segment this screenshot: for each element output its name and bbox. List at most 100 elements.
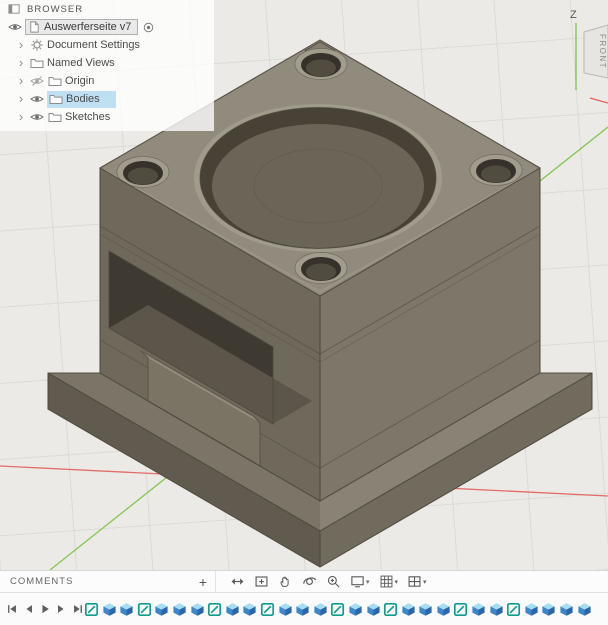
step-back-icon xyxy=(26,605,32,613)
active-document-radio-icon[interactable] xyxy=(141,20,156,35)
timeline-feature-29-extrude[interactable] xyxy=(577,602,592,617)
browser-item-sketches[interactable]: › Sketches xyxy=(0,108,214,126)
hand-button[interactable] xyxy=(278,574,293,589)
eye-off-icon xyxy=(30,76,43,86)
timeline-feature-23-extrude[interactable] xyxy=(471,602,486,617)
bottom-bar: COMMENTS + ▾ ▾ ▾ xyxy=(0,570,608,592)
extrude-icon xyxy=(578,602,591,616)
expand-chevron-icon[interactable]: › xyxy=(16,74,26,87)
timeline-feature-2-extrude[interactable] xyxy=(102,602,117,617)
viewports-icon xyxy=(408,576,421,587)
timeline-feature-1-sketch[interactable] xyxy=(84,602,99,617)
timeline-feature-19-extrude[interactable] xyxy=(401,602,416,617)
timeline-feature-13-extrude[interactable] xyxy=(295,602,310,617)
step-forward-button[interactable] xyxy=(55,603,67,616)
timeline-feature-20-extrude[interactable] xyxy=(418,602,433,617)
extrude-icon xyxy=(102,602,116,616)
timeline-controls xyxy=(0,603,84,616)
fit-icon xyxy=(255,576,268,587)
timeline-feature-26-extrude[interactable] xyxy=(524,602,539,617)
timeline-feature-22-sketch[interactable] xyxy=(453,602,468,617)
fit-button[interactable] xyxy=(254,574,269,589)
display-settings-button[interactable]: ▾ xyxy=(350,574,370,589)
viewcube[interactable]: Z FRONT xyxy=(556,2,608,112)
visibility-eye-off-icon[interactable] xyxy=(29,74,44,89)
sketch-icon xyxy=(137,602,151,616)
visibility-eye-icon[interactable] xyxy=(29,92,44,107)
timeline-feature-8-sketch[interactable] xyxy=(207,602,222,617)
extrude-icon xyxy=(296,602,309,616)
item-label: Origin xyxy=(65,75,95,87)
sketch-icon xyxy=(507,602,521,616)
skip-end-button[interactable] xyxy=(72,603,84,616)
timeline-feature-7-extrude[interactable] xyxy=(190,602,205,617)
expand-chevron-icon[interactable]: › xyxy=(16,56,26,69)
timeline-feature-25-sketch[interactable] xyxy=(506,602,521,617)
timeline-features xyxy=(84,602,608,617)
viewport-canvas[interactable]: BROWSER Auswerferseite v7 › Document Set… xyxy=(0,0,608,570)
extrude-icon xyxy=(314,602,327,616)
grid-snaps-button[interactable]: ▾ xyxy=(379,574,399,589)
timeline-feature-10-extrude[interactable] xyxy=(242,602,257,617)
extrude-icon xyxy=(525,602,538,616)
timeline-feature-17-extrude[interactable] xyxy=(366,602,381,617)
folder-icon xyxy=(47,74,62,89)
timeline-feature-16-extrude[interactable] xyxy=(348,602,363,617)
browser-item-document-settings[interactable]: › Document Settings xyxy=(0,36,214,54)
expand-chevron-icon[interactable]: › xyxy=(16,38,26,51)
eye-icon xyxy=(30,114,43,120)
add-comment-button[interactable]: + xyxy=(199,575,207,589)
timeline-feature-27-extrude[interactable] xyxy=(541,602,556,617)
extrude-icon xyxy=(560,602,573,616)
step-back-button[interactable] xyxy=(22,603,34,616)
timeline-feature-15-sketch[interactable] xyxy=(330,602,345,617)
visibility-eye-icon[interactable] xyxy=(7,20,22,35)
sketch-icon xyxy=(384,602,398,616)
timeline-feature-28-extrude[interactable] xyxy=(559,602,574,617)
browser-item-bodies[interactable]: › Bodies xyxy=(0,90,214,108)
timeline-feature-12-extrude[interactable] xyxy=(278,602,293,617)
comments-label: COMMENTS xyxy=(10,576,74,587)
dropdown-caret-icon: ▾ xyxy=(394,578,399,586)
orbit-button[interactable] xyxy=(302,574,317,589)
folder-icon xyxy=(29,56,44,71)
viewports-button[interactable]: ▾ xyxy=(407,574,427,589)
bodies-selection-highlight[interactable]: Bodies xyxy=(47,90,116,108)
pan-button[interactable] xyxy=(230,574,245,589)
zoom-button[interactable] xyxy=(326,574,341,589)
timeline-feature-21-extrude[interactable] xyxy=(436,602,451,617)
viewcube-face-label: FRONT xyxy=(598,34,607,69)
visibility-eye-icon[interactable] xyxy=(29,110,44,125)
fusion-window: BROWSER Auswerferseite v7 › Document Set… xyxy=(0,0,608,625)
item-label: Named Views xyxy=(47,57,115,69)
dropdown-caret-icon: ▾ xyxy=(366,578,370,586)
document-name-box[interactable]: Auswerferseite v7 xyxy=(25,19,139,35)
radio-icon xyxy=(144,22,154,32)
extrude-icon xyxy=(155,602,168,616)
expand-chevron-icon[interactable]: › xyxy=(16,92,26,105)
browser-item-origin[interactable]: › Origin xyxy=(0,72,214,90)
timeline-feature-18-sketch[interactable] xyxy=(383,602,398,617)
step-forward-icon xyxy=(58,605,64,613)
timeline-feature-4-sketch[interactable] xyxy=(137,602,152,617)
comments-panel[interactable]: COMMENTS + xyxy=(0,571,216,592)
play-icon xyxy=(42,604,49,614)
skip-start-button[interactable] xyxy=(6,603,18,616)
timeline-feature-6-extrude[interactable] xyxy=(172,602,187,617)
panel-icon xyxy=(8,4,20,14)
extrude-icon xyxy=(278,602,292,616)
timeline-feature-14-extrude[interactable] xyxy=(313,602,328,617)
timeline-feature-9-extrude[interactable] xyxy=(225,602,240,617)
expand-chevron-icon[interactable]: › xyxy=(16,110,26,123)
browser-header[interactable]: BROWSER xyxy=(0,0,214,18)
timeline-feature-11-sketch[interactable] xyxy=(260,602,275,617)
timeline-feature-24-extrude[interactable] xyxy=(489,602,504,617)
timeline-feature-5-extrude[interactable] xyxy=(154,602,169,617)
z-axis-label: Z xyxy=(570,9,577,21)
timeline-feature-3-extrude[interactable] xyxy=(119,602,134,617)
extrude-icon xyxy=(120,602,133,616)
browser-item-document[interactable]: Auswerferseite v7 xyxy=(0,18,214,36)
browser-item-named-views[interactable]: › Named Views xyxy=(0,54,214,72)
play-button[interactable] xyxy=(39,603,51,616)
extrude-icon xyxy=(542,602,556,616)
